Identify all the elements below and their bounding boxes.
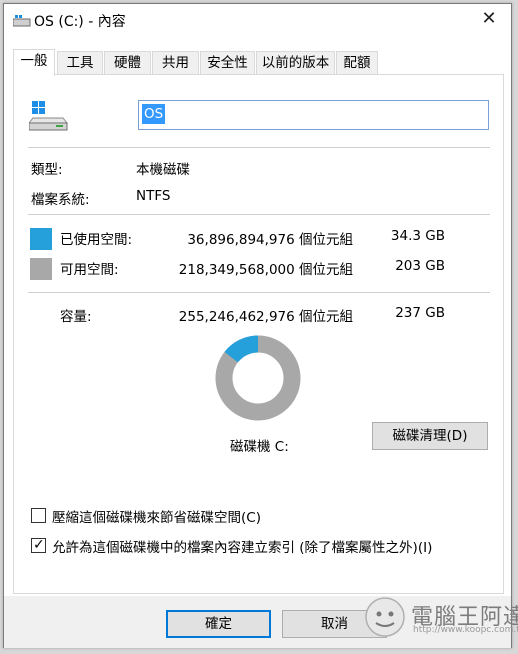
filesystem-label: 檔案系統:	[31, 192, 90, 208]
compress-label[interactable]: 壓縮這個磁碟機來節省磁碟空間(C)	[52, 506, 261, 526]
disk-cleanup-button[interactable]: 磁碟清理(D)	[372, 422, 488, 450]
ok-button[interactable]: 確定	[166, 610, 271, 638]
tab-strip: 一般 工具 硬體 共用 安全性 以前的版本 配額	[13, 49, 505, 76]
drive-title-icon	[13, 15, 31, 27]
tab-quota[interactable]: 配額	[336, 51, 378, 75]
watermark-logo-icon	[365, 597, 405, 637]
index-checkbox[interactable]: ✓	[31, 537, 46, 553]
close-button[interactable]: ✕	[467, 4, 511, 36]
general-panel: OS 類型: 本機磁碟 檔案系統: NTFS 已使用空間: 36,896,894…	[13, 74, 504, 594]
free-space-swatch	[30, 258, 52, 280]
properties-window: OS (C:) - 內容 ✕ 一般 工具 硬體 共用 安全性 以前的版本 配額 …	[3, 3, 518, 648]
disk-usage-donut	[215, 335, 301, 421]
checkmark-icon: ✓	[33, 537, 45, 553]
drive-name-input[interactable]: OS	[138, 100, 489, 130]
index-label[interactable]: 允許為這個磁碟機中的檔案內容建立索引 (除了檔案屬性之外)(I)	[52, 536, 432, 556]
tab-previous-versions[interactable]: 以前的版本	[256, 51, 335, 75]
separator	[28, 147, 490, 148]
capacity-bytes: 255,246,462,976 個位元組	[178, 309, 353, 325]
free-space-label: 可用空間:	[60, 262, 119, 278]
windows-drive-icon	[29, 101, 69, 131]
separator	[28, 214, 490, 215]
filesystem-value: NTFS	[136, 188, 171, 204]
used-space-bytes: 36,896,894,976 個位元組	[187, 232, 353, 248]
used-space-label: 已使用空間:	[60, 232, 133, 248]
separator	[28, 292, 490, 293]
watermark: 電腦王阿達 http://www.koopc.com.tw	[363, 595, 518, 641]
capacity-label: 容量:	[60, 309, 92, 325]
free-space-size: 203 GB	[395, 258, 445, 274]
window-title: OS (C:) - 內容	[34, 14, 126, 30]
tab-sharing[interactable]: 共用	[152, 51, 199, 75]
tab-general[interactable]: 一般	[13, 49, 55, 76]
disk-drive-label: 磁碟機 C:	[230, 439, 289, 455]
tab-tools[interactable]: 工具	[57, 51, 103, 75]
watermark-url: http://www.koopc.com.tw	[413, 625, 518, 635]
capacity-size: 237 GB	[395, 305, 445, 321]
type-label: 類型:	[31, 162, 63, 178]
compress-checkbox[interactable]	[31, 508, 46, 523]
used-space-size: 34.3 GB	[390, 228, 445, 244]
title-bar[interactable]: OS (C:) - 內容 ✕	[4, 4, 511, 36]
type-value: 本機磁碟	[136, 162, 190, 178]
used-space-swatch	[30, 228, 52, 250]
tab-hardware[interactable]: 硬體	[104, 51, 151, 75]
free-space-bytes: 218,349,568,000 個位元組	[178, 262, 353, 278]
drive-name-value: OS	[142, 104, 166, 124]
tab-security[interactable]: 安全性	[200, 51, 255, 75]
